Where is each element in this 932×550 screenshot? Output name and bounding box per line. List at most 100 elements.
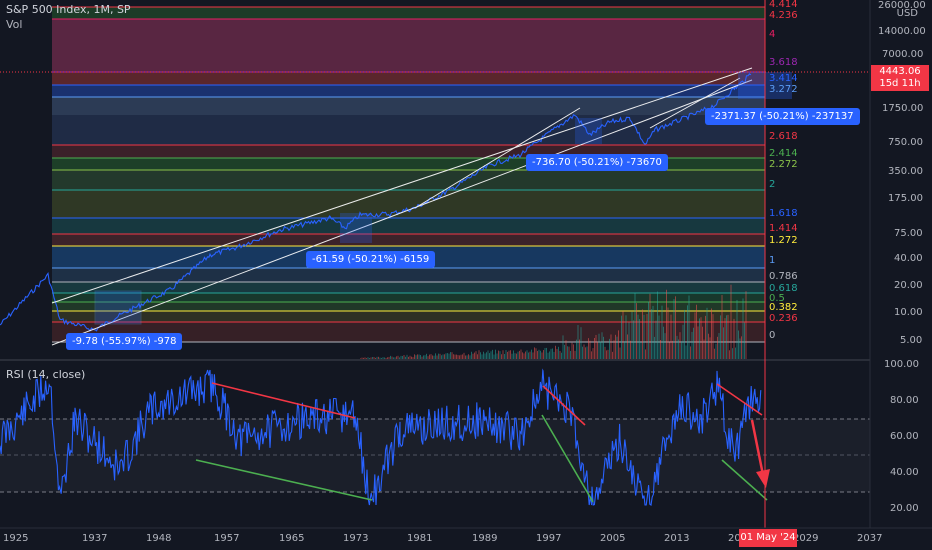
fib-label: 2.618 <box>769 131 798 142</box>
volume-bar <box>579 339 580 360</box>
volume-bar <box>451 352 453 360</box>
volume-bar <box>546 347 547 360</box>
volume-bar <box>688 295 690 360</box>
volume-bar <box>555 345 556 360</box>
rsi-legend[interactable]: RSI (14, close) <box>6 368 85 381</box>
rsi-axis-label: 80.00 <box>890 395 919 406</box>
fib-label: 4 <box>769 29 776 40</box>
volume-bar <box>591 351 592 360</box>
time-axis-label: 1973 <box>343 533 369 544</box>
fib-label: 3.618 <box>769 57 798 68</box>
price-axis-label: 750.00 <box>888 137 923 148</box>
volume-bar <box>499 351 501 360</box>
volume-bar <box>705 315 706 360</box>
volume-bar <box>721 295 723 360</box>
volume-bar <box>640 342 642 360</box>
volume-bar <box>679 332 681 360</box>
volume-bar <box>742 298 744 360</box>
fib-label: 1.618 <box>769 208 798 219</box>
volume-bar <box>696 304 697 360</box>
volume-bar <box>616 336 618 360</box>
volume-bar <box>489 353 490 360</box>
volume-bar <box>703 339 705 360</box>
volume-bar <box>529 351 531 360</box>
volume-bar <box>615 334 616 360</box>
fib-label: 1.414 <box>769 223 798 234</box>
price-axis-label: 10.00 <box>894 307 923 318</box>
volume-bar <box>582 346 583 360</box>
volume-bar <box>718 333 720 360</box>
volume-bar <box>585 347 586 360</box>
volume-bar <box>528 352 529 360</box>
volume-bar <box>540 350 541 360</box>
volume-bar <box>744 322 745 360</box>
volume-legend[interactable]: Vol <box>6 18 22 31</box>
fib-label: 1.272 <box>769 235 798 246</box>
volume-bar <box>702 326 703 360</box>
volume-bar <box>490 351 492 360</box>
volume-bar <box>600 341 601 360</box>
volume-bar <box>667 307 669 360</box>
volume-bar <box>658 315 660 360</box>
time-axis-label: 1925 <box>3 533 29 544</box>
volume-bar <box>652 305 654 360</box>
volume-bar <box>733 318 735 360</box>
volume-bar <box>522 352 523 360</box>
price-axis-label: 7000.00 <box>882 49 924 60</box>
crosshair-date-tag: 01 May '24 <box>739 529 797 547</box>
volume-bar <box>606 350 607 360</box>
volume-bar <box>675 296 676 360</box>
volume-bar <box>706 307 708 360</box>
volume-bar <box>474 352 475 360</box>
volume-bar <box>445 353 447 360</box>
volume-bar <box>735 347 736 360</box>
volume-bar <box>661 305 663 360</box>
measurement-label[interactable]: -61.59 (-50.21%) -6159 <box>306 251 436 268</box>
measurement-label[interactable]: -736.70 (-50.21%) -73670 <box>526 154 668 171</box>
time-axis-label: 1948 <box>146 533 172 544</box>
volume-bar <box>678 339 679 360</box>
volume-bar <box>691 331 693 360</box>
volume-bar <box>463 352 465 360</box>
volume-bar <box>531 349 532 360</box>
fib-label: 1 <box>769 255 776 266</box>
volume-bar <box>520 349 522 360</box>
measurement-label[interactable]: -9.78 (-55.97%) -978 <box>66 333 183 350</box>
price-axis-label: 350.00 <box>888 166 923 177</box>
volume-bar <box>723 327 724 360</box>
volume-bar <box>544 347 546 360</box>
volume-bar <box>514 353 516 360</box>
volume-bar <box>556 348 558 360</box>
volume-bar <box>664 333 666 360</box>
volume-bar <box>717 336 718 360</box>
fib-label: 0 <box>769 330 776 341</box>
fib-label: 0.382 <box>769 302 798 313</box>
volume-bar <box>633 320 634 360</box>
volume-bar <box>589 340 591 360</box>
time-axis-label: 2037 <box>857 533 883 544</box>
volume-bar <box>741 336 742 360</box>
volume-bar <box>487 350 489 360</box>
symbol-title[interactable]: S&P 500 Index, 1M, SP <box>6 3 131 16</box>
volume-bar <box>612 351 613 360</box>
volume-bar <box>715 343 717 360</box>
volume-bar <box>478 350 480 360</box>
volume-bar <box>673 299 675 360</box>
volume-bar <box>513 350 514 360</box>
volume-bar <box>583 344 585 360</box>
volume-bar <box>618 330 619 360</box>
volume-bar <box>534 347 535 360</box>
volume-bar <box>561 352 562 360</box>
volume-bar <box>559 350 561 360</box>
volume-bar <box>655 320 657 360</box>
volume-bar <box>571 342 573 360</box>
volume-bar <box>483 351 484 360</box>
time-axis-label: 1937 <box>82 533 108 544</box>
volume-bar <box>639 319 640 360</box>
volume-bar <box>634 292 636 360</box>
volume-bar <box>645 349 646 360</box>
measurement-label[interactable]: -2371.37 (-50.21%) -237137 <box>705 108 860 125</box>
rsi-axis-label: 100.00 <box>884 359 919 370</box>
volume-bar <box>564 344 565 360</box>
volume-bar <box>508 350 510 360</box>
